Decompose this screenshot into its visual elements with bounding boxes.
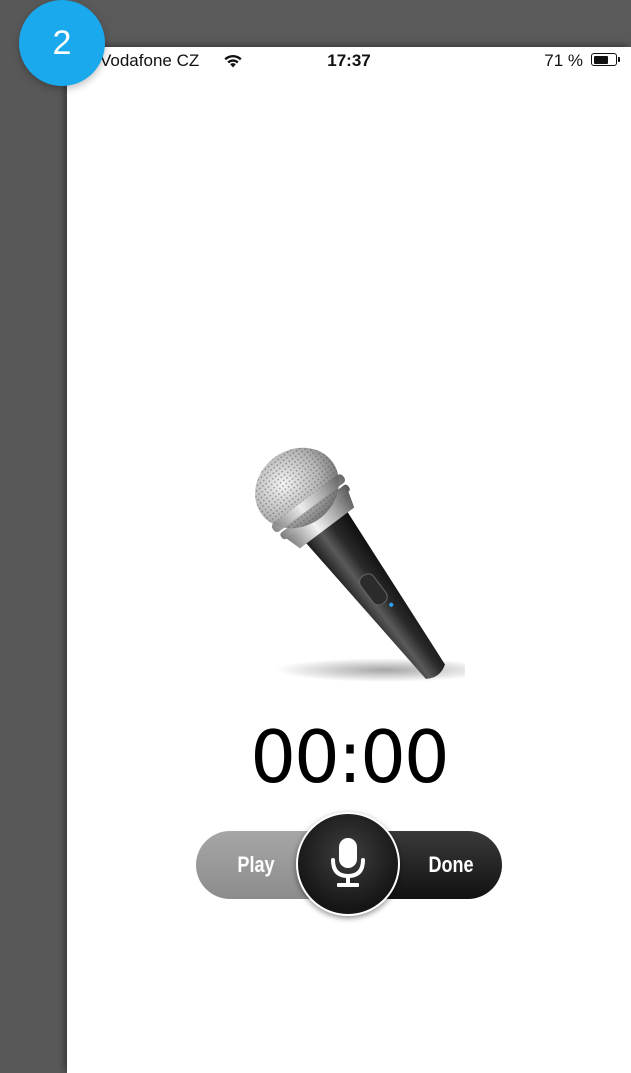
- done-button-label: Done: [428, 852, 474, 877]
- battery-level-fill: [593, 55, 608, 64]
- recording-timer: 00:00: [250, 715, 450, 799]
- status-bar: Vodafone CZ 17:37 71 %: [67, 47, 631, 73]
- play-button-label: Play: [237, 852, 275, 877]
- recorder-controls: Play Done: [196, 812, 502, 916]
- microphone-image: [255, 447, 465, 682]
- battery-percentage: 71 %: [544, 51, 583, 70]
- microphone-icon: [331, 838, 365, 887]
- battery-nub: [618, 57, 620, 62]
- battery-icon: [591, 53, 620, 66]
- step-number-badge: 2: [19, 0, 105, 86]
- record-button[interactable]: [296, 812, 400, 916]
- left-frame-bar: [0, 0, 67, 1073]
